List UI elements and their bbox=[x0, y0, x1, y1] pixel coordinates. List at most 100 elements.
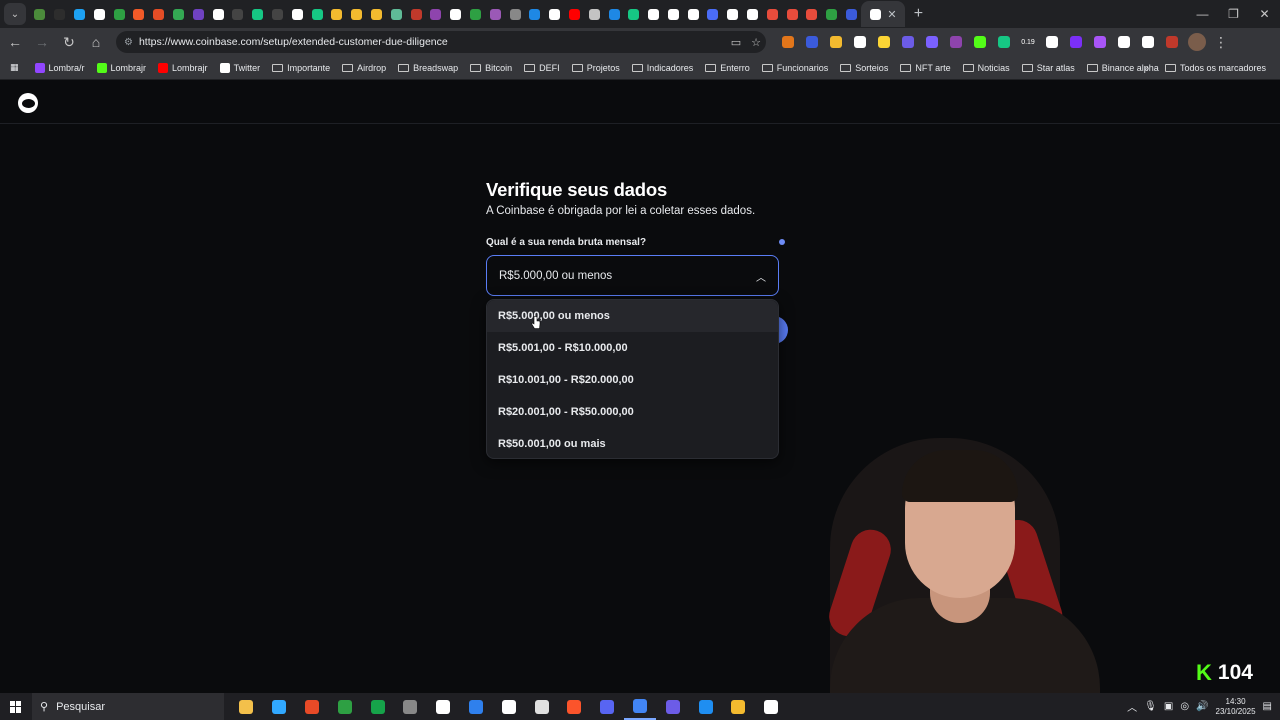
extension-icon[interactable]: 0.19 bbox=[1018, 32, 1038, 52]
bookmark-link[interactable]: Lombra/r bbox=[29, 58, 91, 78]
extension-icon[interactable] bbox=[1066, 32, 1086, 52]
extension-icon[interactable] bbox=[922, 32, 942, 52]
tab[interactable] bbox=[228, 1, 248, 27]
tab[interactable] bbox=[842, 1, 862, 27]
tab[interactable] bbox=[70, 1, 90, 27]
income-option[interactable]: R$5.001,00 - R$10.000,00 bbox=[487, 332, 778, 364]
taskbar-app[interactable] bbox=[263, 693, 296, 720]
extension-icon[interactable] bbox=[946, 32, 966, 52]
tab[interactable] bbox=[703, 1, 723, 27]
bookmark-folder[interactable]: Projetos bbox=[566, 58, 626, 78]
tab[interactable] bbox=[584, 1, 604, 27]
all-bookmarks-folder[interactable]: Todos os marcadores bbox=[1159, 58, 1272, 78]
taskbar-app[interactable] bbox=[722, 693, 755, 720]
tab[interactable] bbox=[822, 1, 842, 27]
income-select[interactable]: R$5.000,00 ou menos ︿ bbox=[486, 255, 779, 296]
extension-icon[interactable] bbox=[1162, 32, 1182, 52]
extension-icon[interactable] bbox=[802, 32, 822, 52]
taskbar-app[interactable] bbox=[558, 693, 591, 720]
tab[interactable] bbox=[466, 1, 486, 27]
bookmark-folder[interactable]: Funcionarios bbox=[756, 58, 835, 78]
address-bar[interactable]: ⚙ https://www.coinbase.com/setup/extende… bbox=[116, 31, 766, 53]
extension-icon[interactable] bbox=[1090, 32, 1110, 52]
taskbar-app[interactable] bbox=[525, 693, 558, 720]
tab[interactable] bbox=[624, 1, 644, 27]
tab[interactable] bbox=[525, 1, 545, 27]
tab[interactable] bbox=[446, 1, 466, 27]
taskbar-app[interactable] bbox=[460, 693, 493, 720]
volume-icon[interactable]: 🔊 bbox=[1196, 701, 1208, 712]
extension-icon[interactable] bbox=[1138, 32, 1158, 52]
extension-icon[interactable] bbox=[994, 32, 1014, 52]
tab[interactable] bbox=[604, 1, 624, 27]
bookmark-link[interactable]: Lombrajr bbox=[91, 58, 153, 78]
taskbar-app[interactable] bbox=[361, 693, 394, 720]
tab-search-button[interactable]: ⌄ bbox=[4, 3, 26, 25]
bookmark-folder[interactable]: Sorteios bbox=[834, 58, 894, 78]
notifications-icon[interactable]: ▤ bbox=[1263, 701, 1272, 712]
extension-icon[interactable] bbox=[778, 32, 798, 52]
tab[interactable] bbox=[644, 1, 664, 27]
start-button[interactable] bbox=[0, 700, 32, 713]
tab[interactable] bbox=[129, 1, 149, 27]
taskbar-app[interactable] bbox=[755, 693, 788, 720]
income-option[interactable]: R$50.001,00 ou mais bbox=[487, 428, 778, 460]
profile-avatar[interactable] bbox=[1188, 33, 1206, 51]
taskbar-app[interactable] bbox=[427, 693, 460, 720]
extension-icon[interactable] bbox=[970, 32, 990, 52]
bookmark-folder[interactable]: NFT arte bbox=[894, 58, 956, 78]
forward-icon[interactable]: → bbox=[30, 30, 54, 54]
tab[interactable] bbox=[268, 1, 288, 27]
taskbar-app[interactable] bbox=[230, 693, 263, 720]
taskbar-app[interactable] bbox=[296, 693, 329, 720]
tab[interactable] bbox=[188, 1, 208, 27]
site-info-icon[interactable]: ⚙ bbox=[124, 37, 133, 48]
tab[interactable] bbox=[485, 1, 505, 27]
bookmark-folder[interactable]: Airdrop bbox=[336, 58, 392, 78]
tab[interactable] bbox=[723, 1, 743, 27]
bookmark-folder[interactable]: Indicadores bbox=[626, 58, 700, 78]
browser-menu-icon[interactable]: ⋮ bbox=[1209, 30, 1233, 54]
extension-icon[interactable] bbox=[898, 32, 918, 52]
tab[interactable] bbox=[149, 1, 169, 27]
install-app-icon[interactable]: ▭ bbox=[726, 36, 746, 49]
close-window-icon[interactable]: ✕ bbox=[1249, 0, 1280, 28]
taskbar-app[interactable] bbox=[591, 693, 624, 720]
tab-active[interactable]: ✕ bbox=[861, 1, 906, 27]
bookmarks-overflow-icon[interactable]: » bbox=[1138, 58, 1155, 78]
tab[interactable] bbox=[386, 1, 406, 27]
bookmark-folder[interactable]: Enterro bbox=[699, 58, 756, 78]
tab[interactable] bbox=[505, 1, 525, 27]
tab[interactable] bbox=[50, 1, 70, 27]
close-tab-icon[interactable]: ✕ bbox=[887, 8, 896, 21]
network-icon[interactable]: ◎ bbox=[1180, 701, 1189, 712]
income-option[interactable]: R$20.001,00 - R$50.000,00 bbox=[487, 396, 778, 428]
back-icon[interactable]: ← bbox=[3, 30, 27, 54]
bookmark-folder[interactable]: DEFI bbox=[518, 58, 566, 78]
tab[interactable] bbox=[762, 1, 782, 27]
bookmark-link[interactable]: Twitter bbox=[214, 58, 267, 78]
tab[interactable] bbox=[683, 1, 703, 27]
tab[interactable] bbox=[287, 1, 307, 27]
tab[interactable] bbox=[664, 1, 684, 27]
taskbar-app[interactable] bbox=[394, 693, 427, 720]
tab[interactable] bbox=[802, 1, 822, 27]
display-icon[interactable]: ▣ bbox=[1164, 701, 1173, 712]
tab[interactable] bbox=[545, 1, 565, 27]
bookmark-folder[interactable]: Noticias bbox=[957, 58, 1016, 78]
extension-icon[interactable] bbox=[826, 32, 846, 52]
tab[interactable] bbox=[367, 1, 387, 27]
tab[interactable] bbox=[208, 1, 228, 27]
tab[interactable] bbox=[347, 1, 367, 27]
taskbar-app[interactable] bbox=[689, 693, 722, 720]
tray-overflow-icon[interactable]: ︿ bbox=[1127, 699, 1137, 714]
apps-grid-icon[interactable]: ▦ bbox=[0, 58, 29, 78]
tab[interactable] bbox=[248, 1, 268, 27]
tab[interactable] bbox=[89, 1, 109, 27]
taskbar-app[interactable] bbox=[492, 693, 525, 720]
bookmark-folder[interactable]: Star atlas bbox=[1016, 58, 1081, 78]
income-option[interactable]: R$10.001,00 - R$20.000,00 bbox=[487, 364, 778, 396]
home-icon[interactable]: ⌂ bbox=[84, 30, 108, 54]
tab[interactable] bbox=[169, 1, 189, 27]
extension-icon[interactable] bbox=[850, 32, 870, 52]
